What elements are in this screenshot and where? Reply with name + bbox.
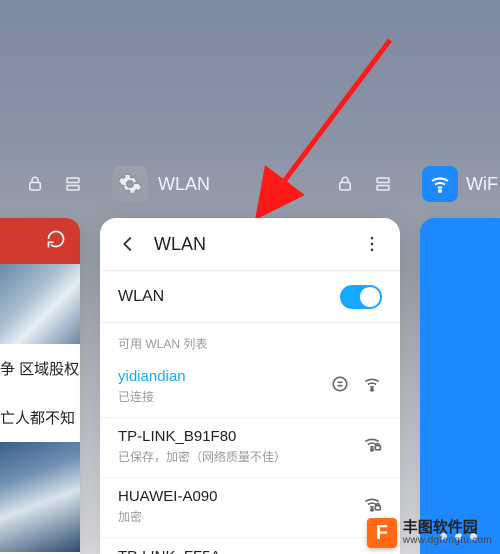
news-thumbnail <box>0 264 80 344</box>
recents-app-title-center: WLAN <box>158 174 210 195</box>
watermark-badge: F <box>367 518 397 548</box>
left-card-toolbar <box>0 218 80 264</box>
wlan-network-row[interactable]: HUAWEI-A090 加密 <box>100 478 400 538</box>
recents-card-right[interactable] <box>420 218 500 554</box>
wlan-network-row[interactable]: TP-LINK_FF5A加密 <box>100 538 400 554</box>
wifi-signal-icon <box>362 494 382 519</box>
network-name: TP-LINK_B91F80 <box>118 428 362 445</box>
network-info-icon[interactable] <box>330 374 350 399</box>
more-icon[interactable] <box>358 234 386 254</box>
recents-card-wlan[interactable]: WLAN WLAN 可用 WLAN 列表 yidiandian 已连接 TP-LIN… <box>100 218 400 554</box>
news-thumbnail <box>0 442 80 552</box>
network-status: 已保存，加密（网络质量不佳） <box>118 448 362 465</box>
screen-title: WLAN <box>154 234 358 255</box>
stack-icon[interactable] <box>62 173 84 195</box>
recents-app-title-right: WiF <box>466 174 498 195</box>
wifi-signal-icon <box>362 434 382 459</box>
watermark: F 丰图软件园 www.dgfengtu.com <box>367 518 492 548</box>
wlan-network-row[interactable]: TP-LINK_B91F80 已保存，加密（网络质量不佳） <box>100 418 400 478</box>
network-status: 已连接 <box>118 388 330 405</box>
refresh-icon[interactable] <box>46 229 66 254</box>
instruction-arrow <box>230 30 430 250</box>
recents-header-row: WLAN WiF <box>0 162 500 206</box>
wlan-network-row[interactable]: yidiandian 已连接 <box>100 358 400 418</box>
wifi-signal-icon <box>362 374 382 399</box>
network-name: TP-LINK_FF5A <box>118 548 362 554</box>
news-headline: 争 区域股权 <box>0 344 80 393</box>
wlan-toggle-row: WLAN <box>100 270 400 322</box>
recents-card-left[interactable]: 争 区域股权 亡人都不知 <box>0 218 80 554</box>
wlan-titlebar: WLAN <box>100 218 400 270</box>
settings-app-icon[interactable] <box>112 166 148 202</box>
lock-icon[interactable] <box>334 173 356 195</box>
news-headline: 亡人都不知 <box>0 393 80 442</box>
watermark-url: www.dgfengtu.com <box>403 536 492 547</box>
stack-icon[interactable] <box>372 173 394 195</box>
wifi-app-icon[interactable] <box>422 166 458 202</box>
watermark-title: 丰图软件园 <box>403 520 492 536</box>
back-icon[interactable] <box>114 233 142 255</box>
network-status: 加密 <box>118 508 362 525</box>
lock-icon[interactable] <box>24 173 46 195</box>
wlan-toggle[interactable] <box>340 285 382 309</box>
network-name: yidiandian <box>118 368 330 385</box>
wlan-section-label: 可用 WLAN 列表 <box>100 322 400 358</box>
wlan-network-list: yidiandian 已连接 TP-LINK_B91F80 已保存，加密（网络质量不佳… <box>100 358 400 554</box>
wlan-toggle-label: WLAN <box>118 288 340 306</box>
network-name: HUAWEI-A090 <box>118 488 362 505</box>
